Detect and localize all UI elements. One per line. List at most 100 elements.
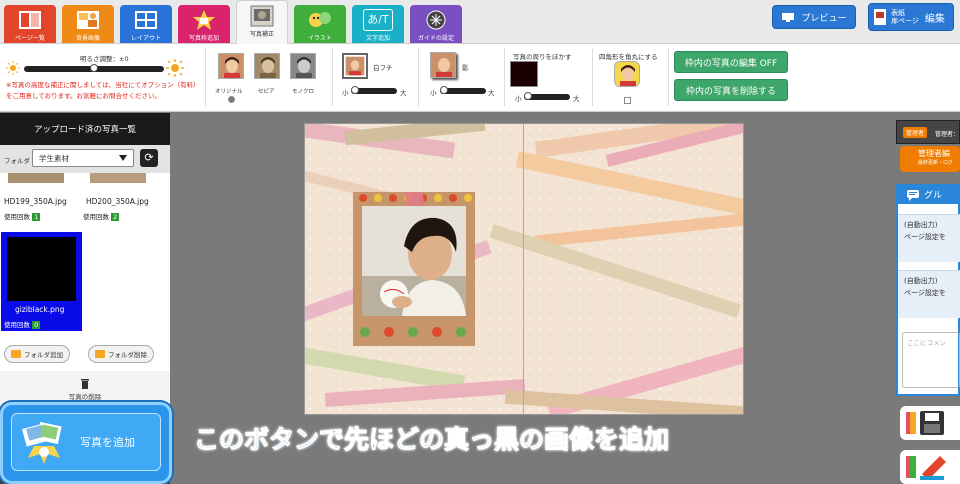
chat-message: (自動出力) ページ設定を [898, 270, 960, 318]
usage-count: 使用回数 0 [4, 321, 41, 329]
order-button[interactable] [900, 450, 960, 484]
separator [332, 48, 333, 106]
preview-button[interactable]: プレビュー [772, 5, 856, 29]
tool-photo-frame[interactable]: 写真枠追加 [178, 5, 230, 43]
file-name: HD200_350A.jpg [86, 197, 149, 206]
frame-photo-edit-off-button[interactable]: 枠内の写真の編集 OFF [674, 51, 788, 73]
tool-illustration[interactable]: イラスト [294, 5, 346, 43]
delete-folder-button[interactable]: フォルダ削除 [88, 345, 154, 363]
tool-layout[interactable]: レイアウト [120, 5, 172, 43]
order-icon [906, 456, 946, 480]
boy-photo [362, 206, 466, 316]
shadow-slider[interactable] [440, 86, 486, 94]
tool-add-text[interactable]: あ/T 文字追加 [352, 5, 404, 43]
folder-delete-icon [95, 350, 105, 358]
frame-photo-delete-button[interactable]: 枠内の写真を削除する [674, 79, 788, 101]
separator [418, 48, 419, 106]
sidebar-header: アップロード済の写真一覧 [0, 113, 170, 145]
layout-icon [135, 11, 157, 29]
file-name: HD199_350A.jpg [4, 197, 67, 206]
separator [668, 48, 669, 106]
brightness-slider[interactable] [24, 64, 164, 72]
comment-input[interactable]: ここにコメン [902, 332, 960, 388]
add-text-icon: あ/T [363, 9, 393, 31]
photo-thumb-hd199[interactable] [8, 173, 64, 183]
white-border-slider[interactable] [351, 86, 397, 94]
group-chat-panel: グル (自動出力) ページ設定を (自動出力) ページ設定を ここにコメン [896, 184, 960, 396]
background-icon [77, 11, 99, 29]
delete-photo-label: 写真の削除 [68, 393, 102, 401]
round-corner-label: 四角形を角丸にする [599, 53, 658, 61]
instruction-caption: このボタンで先ほどの真っ黒の画像を追加 [193, 425, 670, 455]
group-chat-header: グル [898, 186, 960, 204]
brightness-slider-knob[interactable] [90, 64, 98, 72]
large-label: 大 [488, 89, 495, 97]
monitor-icon [782, 12, 795, 22]
cover-label: 表紙 [891, 9, 905, 17]
slider-knob[interactable] [440, 86, 448, 94]
add-photo-label: 写真を追加 [80, 436, 135, 449]
tool-guide[interactable]: ガイドの設定 [410, 5, 462, 43]
manager-edit-label: 管理者編 [918, 149, 950, 158]
manager-edit-button[interactable]: 管理者編 最終更新・ログ [900, 146, 960, 172]
photo-tile-giziblack[interactable]: giziblack.png 使用回数 0 [1, 232, 82, 331]
manager-badge: 管理者 [903, 127, 928, 138]
shadow-thumb[interactable] [430, 52, 456, 78]
sun-bright-icon [166, 59, 184, 77]
illustration-icon [309, 12, 331, 27]
floppy-icon [906, 411, 944, 435]
tool-background[interactable]: 背景画像 [62, 5, 114, 43]
original-mode-thumb[interactable] [218, 53, 244, 79]
usage-count: 使用回数 2 [83, 213, 120, 221]
book-spine [523, 124, 524, 414]
folder-select[interactable]: 学生素材 [32, 149, 134, 167]
tool-label: 写真枠追加 [188, 35, 219, 42]
blur-slider[interactable] [524, 92, 570, 100]
photo-thumb-hd200[interactable] [90, 173, 146, 183]
tool-label: イラスト [308, 35, 332, 42]
round-corner-checkbox[interactable] [624, 97, 631, 104]
sepia-mode-thumb[interactable] [254, 53, 280, 79]
separator [504, 48, 505, 106]
folder-add-icon [11, 350, 21, 358]
photo-frame[interactable] [353, 192, 475, 346]
blur-color-swatch[interactable] [510, 61, 538, 87]
shadow-label: 影 [462, 64, 469, 72]
slider-knob[interactable] [524, 92, 532, 100]
large-label: 大 [400, 89, 407, 97]
original-radio[interactable] [228, 96, 235, 103]
white-border-thumb[interactable] [342, 53, 368, 79]
page-list-icon [19, 11, 41, 29]
add-photo-button[interactable]: 写真を追加 [0, 402, 172, 484]
chat-icon [907, 190, 919, 201]
tool-page-list[interactable]: ページ一覧 [4, 5, 56, 43]
sun-dim-icon [6, 61, 20, 75]
album-spread[interactable] [304, 123, 744, 415]
chevron-down-icon [119, 155, 127, 161]
folder-value: 学生素材 [39, 154, 69, 163]
blur-label: 写真の周りをぼかす [513, 53, 572, 61]
refresh-icon[interactable]: ⟳ [140, 149, 158, 167]
main-toolbar: ページ一覧 背景画像 レイアウト 写真枠追加 写真補正 イラスト あ/T 文字追… [0, 0, 960, 44]
usage-count: 使用回数 1 [4, 213, 41, 221]
right-panel: 管理者 管理者： 管理者編 最終更新・ログ グル (自動出力) ページ設定を (… [896, 120, 960, 484]
small-label: 小 [342, 89, 349, 97]
add-folder-label: フォルダ追加 [24, 351, 63, 359]
round-corner-thumb[interactable] [614, 61, 640, 87]
brightness-label: 明るさ調整：±0 [80, 55, 129, 63]
mono-mode-thumb[interactable] [290, 53, 316, 79]
separator [592, 48, 593, 106]
trash-icon [81, 379, 89, 389]
folder-row: フォルダ 学生素材 ⟳ [0, 145, 170, 173]
add-folder-button[interactable]: フォルダ追加 [4, 345, 70, 363]
tool-photo-correction[interactable]: 写真補正 [236, 0, 288, 44]
cover-edit-label: 編集 [924, 13, 945, 25]
large-label: 大 [573, 95, 580, 103]
cover-edit-button[interactable]: 表紙 扉ページ 編集 [868, 3, 954, 31]
slider-knob[interactable] [351, 86, 359, 94]
manager-edit-sub: 最終更新・ログ [918, 160, 954, 166]
framed-photo[interactable] [362, 206, 466, 316]
save-button[interactable] [900, 406, 960, 440]
tool-label: 背景画像 [75, 35, 100, 42]
title-page-label: 扉ページ [891, 17, 919, 25]
